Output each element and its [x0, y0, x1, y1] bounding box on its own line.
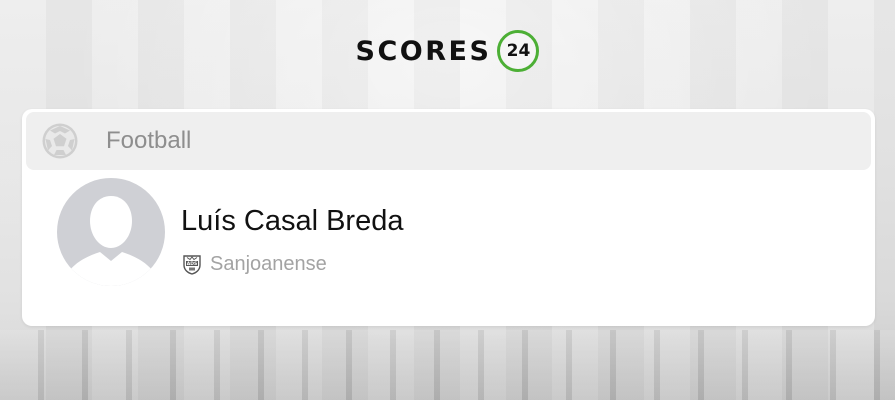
team-name: Sanjoanense: [210, 252, 327, 275]
logo-number-badge: 24: [497, 30, 540, 72]
team-crest-icon: ADS: [181, 253, 203, 275]
sport-label: Football: [106, 127, 192, 154]
site-logo[interactable]: SCORES 24: [0, 30, 895, 72]
soccer-ball-icon: [41, 122, 79, 160]
background-stadium-rows: [0, 330, 895, 400]
avatar-placeholder-icon[interactable]: [57, 178, 165, 286]
team-row[interactable]: ADS Sanjoanense: [181, 252, 327, 276]
logo-text: SCORES: [355, 35, 492, 67]
sport-header[interactable]: Football: [26, 112, 871, 170]
player-card: Football Luís Casal Breda ADS Sanjoanens…: [22, 109, 875, 326]
player-name[interactable]: Luís Casal Breda: [181, 205, 403, 238]
team-crest-text: ADS: [187, 261, 197, 267]
